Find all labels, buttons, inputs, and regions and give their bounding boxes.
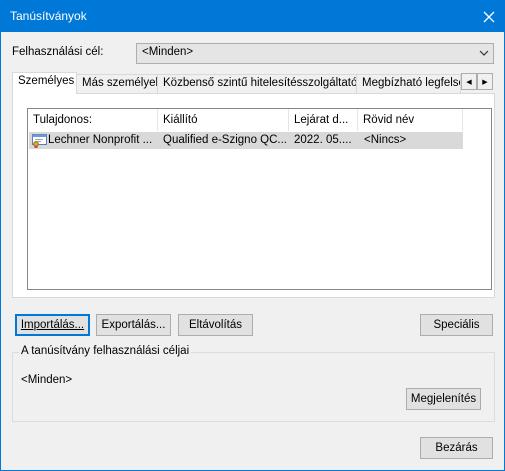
tab-personal[interactable]: Személyes xyxy=(12,72,77,94)
column-header-issuer[interactable]: Kiállító xyxy=(158,109,289,131)
column-header-expiry[interactable]: Lejárat d... xyxy=(289,109,358,131)
column-header-owner[interactable]: Tulajdonos: xyxy=(28,109,158,131)
close-icon xyxy=(483,11,495,22)
tab-scroll-left-button[interactable]: ◀ xyxy=(461,73,477,90)
import-button[interactable]: Importálás... xyxy=(15,314,90,336)
remove-label: Eltávolítás xyxy=(188,319,243,331)
purpose-value: <Minden> xyxy=(142,46,194,58)
tab-label: Személyes xyxy=(18,75,75,87)
column-label: Kiállító xyxy=(163,114,198,126)
export-button[interactable]: Exportálás... xyxy=(96,314,171,336)
column-label: Tulajdonos: xyxy=(33,114,93,126)
cell-friendly-name: <Nincs> xyxy=(364,134,407,146)
column-label: Rövid név xyxy=(363,114,415,126)
cell-owner: Lechner Nonprofit ... xyxy=(48,134,153,146)
certificates-dialog: Tanúsítványok Felhasználási cél: <Minden… xyxy=(0,0,505,471)
certificate-list[interactable]: Tulajdonos: Kiállító Lejárat d... Rövid … xyxy=(27,108,492,290)
close-window-button[interactable] xyxy=(474,1,504,32)
purpose-dropdown[interactable]: <Minden> xyxy=(136,43,494,64)
table-row[interactable]: Lechner Nonprofit ... Qualified e-Szigno… xyxy=(29,132,463,149)
tab-label: Közbenső szintű hitelesítésszolgáltatók xyxy=(163,77,357,89)
window-title: Tanúsítványok xyxy=(10,9,87,23)
export-label: Exportálás... xyxy=(101,319,166,331)
advanced-label: Speciális xyxy=(433,319,480,331)
cell-expiry: 2022. 05.... xyxy=(294,134,352,146)
remove-button[interactable]: Eltávolítás xyxy=(178,314,253,336)
tab-label: Megbízható legfelső xyxy=(362,77,461,89)
column-label: Lejárat d... xyxy=(294,114,349,126)
tab-intermediate-ca[interactable]: Közbenső szintű hitelesítésszolgáltatók xyxy=(157,74,357,93)
close-label: Bezárás xyxy=(435,442,478,454)
view-label: Megjelenítés xyxy=(410,393,477,405)
advanced-button[interactable]: Speciális xyxy=(420,314,493,336)
import-label: Importálás... xyxy=(20,319,85,331)
purposes-group: A tanúsítvány felhasználási céljai <Mind… xyxy=(12,345,495,422)
purpose-label: Felhasználási cél: xyxy=(12,46,104,58)
chevron-right-icon: ▶ xyxy=(482,78,488,86)
tab-strip: Személyes Más személyek Közbenső szintű … xyxy=(12,72,493,94)
chevron-left-icon: ◀ xyxy=(466,78,472,86)
certificate-icon xyxy=(32,134,47,148)
column-header-friendly-name[interactable]: Rövid név xyxy=(358,109,463,131)
purposes-group-title: A tanúsítvány felhasználási céljai xyxy=(19,345,192,357)
tab-scroll-right-button[interactable]: ▶ xyxy=(477,73,493,90)
tab-trusted-root[interactable]: Megbízható legfelső xyxy=(356,74,461,93)
view-button[interactable]: Megjelenítés xyxy=(406,388,481,410)
chevron-down-icon xyxy=(479,50,489,56)
cell-issuer: Qualified e-Szigno QC... xyxy=(163,134,287,146)
tab-other-people[interactable]: Más személyek xyxy=(76,74,158,93)
purposes-value: <Minden> xyxy=(21,374,73,386)
tab-label: Más személyek xyxy=(82,77,158,89)
tab-panel: Tulajdonos: Kiállító Lejárat d... Rövid … xyxy=(12,93,495,298)
title-bar: Tanúsítványok xyxy=(1,1,504,32)
close-button[interactable]: Bezárás xyxy=(420,437,493,459)
